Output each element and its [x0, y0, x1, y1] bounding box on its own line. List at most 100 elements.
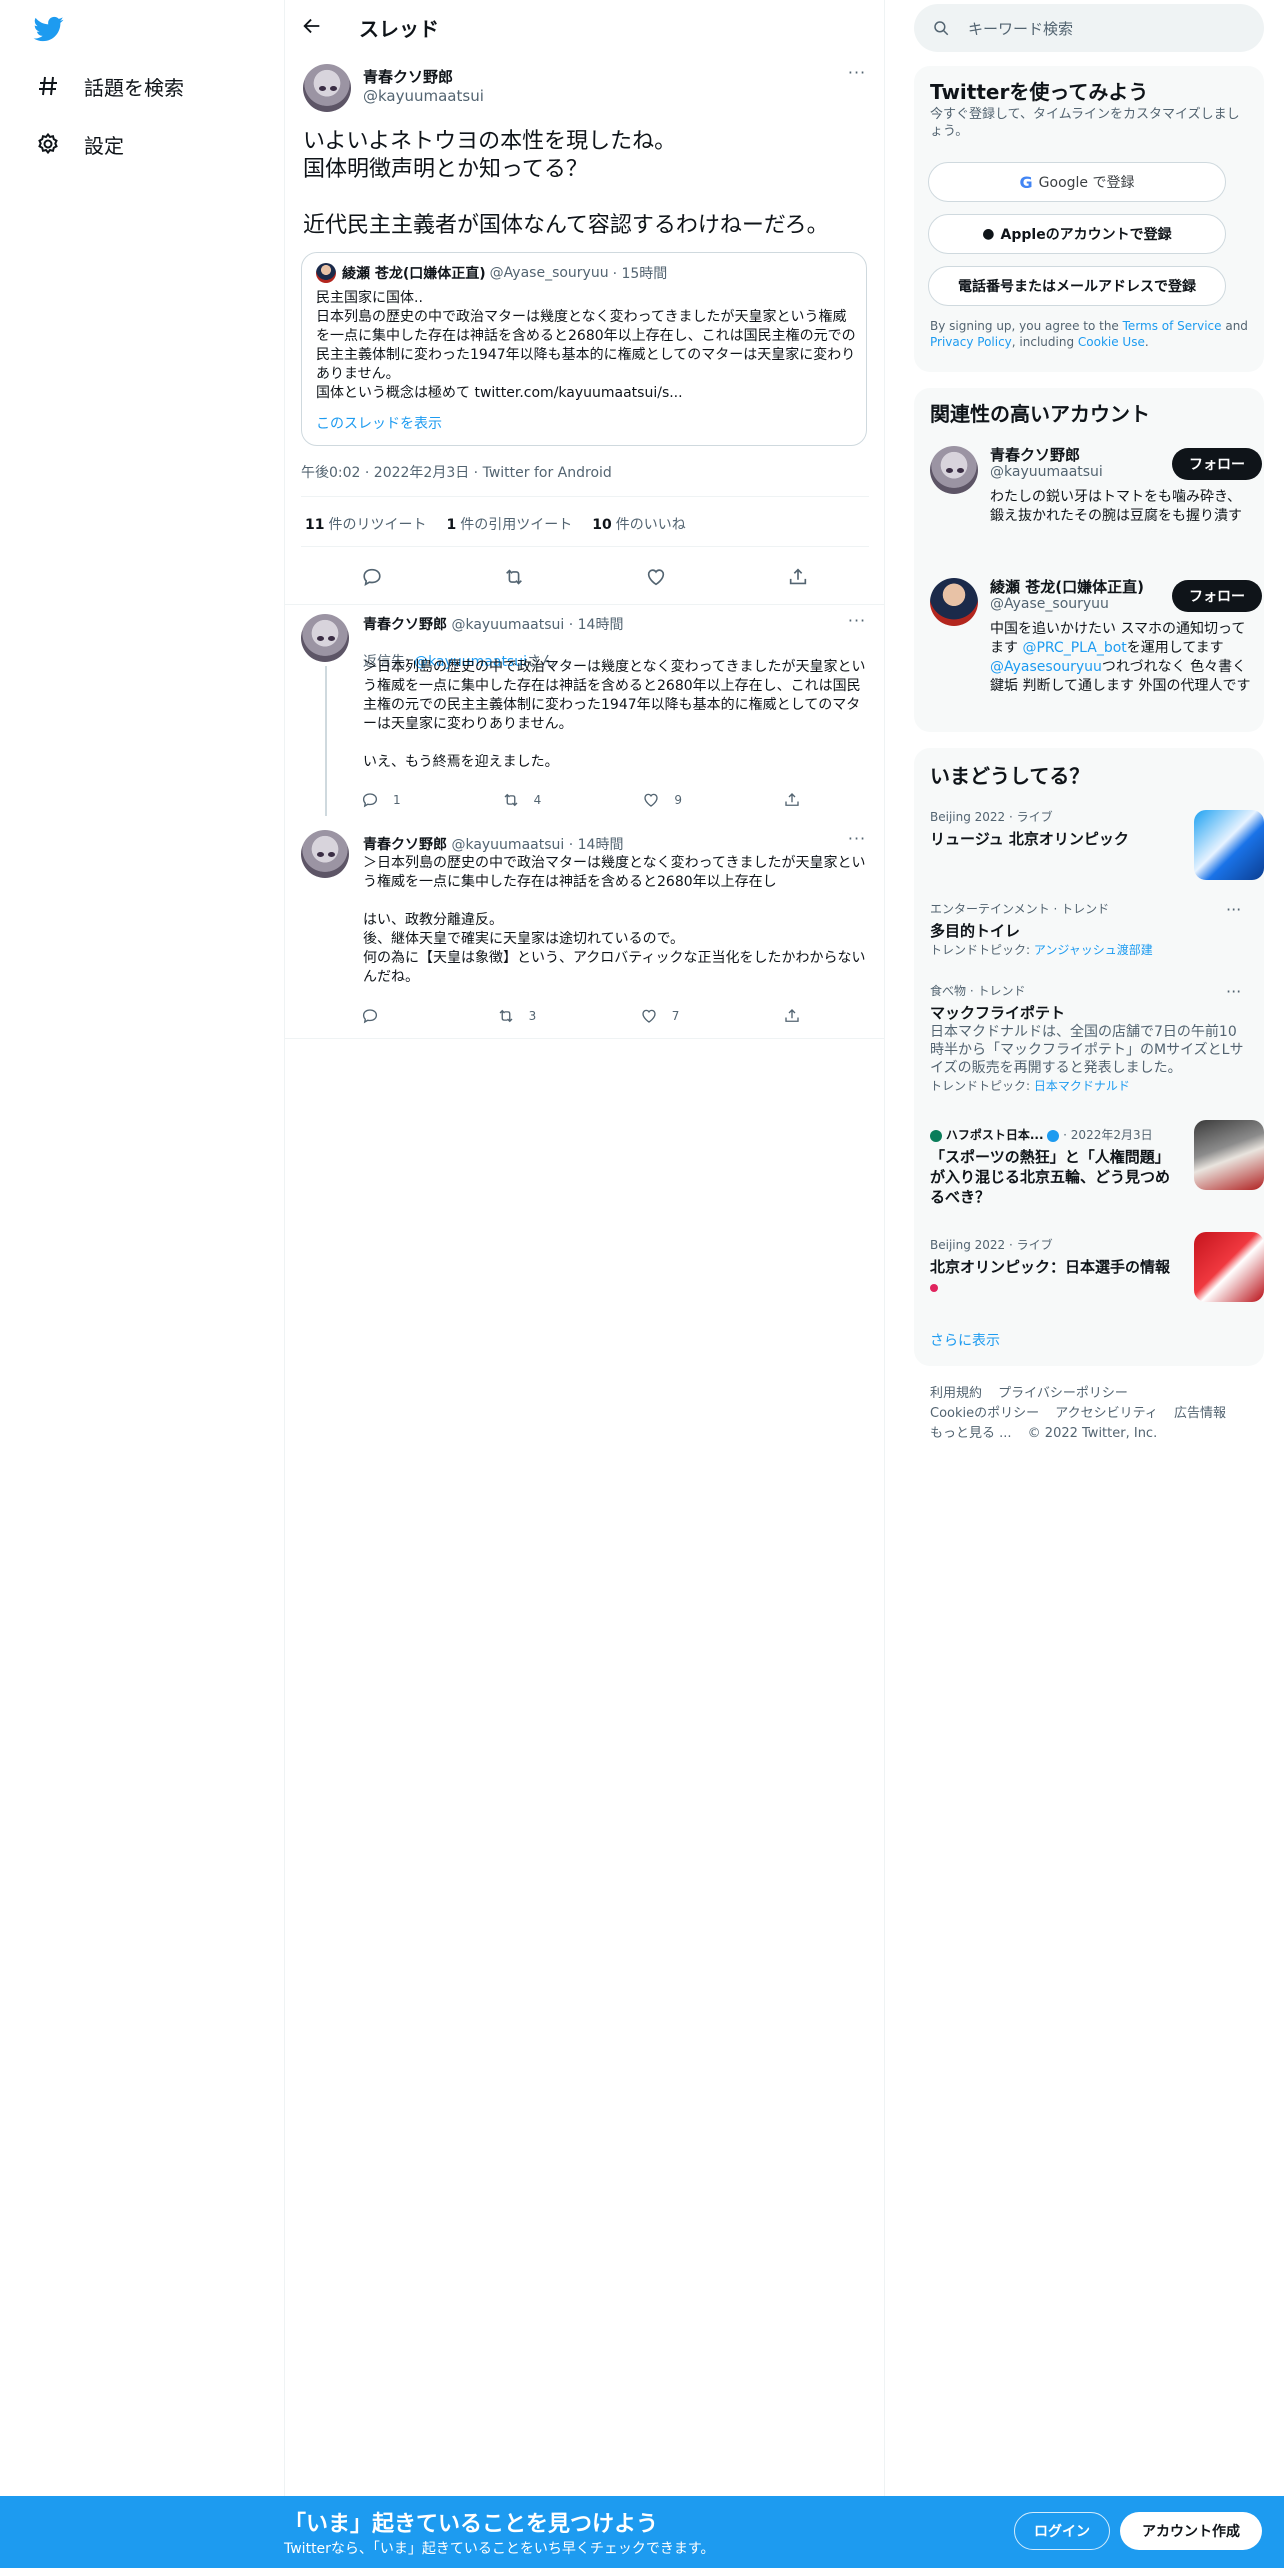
reply-button[interactable] [361, 1006, 393, 1026]
reply-icon [362, 1009, 378, 1024]
author-name[interactable]: 青春クソ野郎 [363, 837, 447, 853]
tweet-text: いよいよネトウヨの本性を現したね。 国体明徴声明とか知ってる？ 近代民主主義者が… [303, 129, 829, 238]
footer-links: 利用規約 プライバシーポリシー Cookieのポリシー アクセシビリティ 広告情… [930, 1384, 1250, 1444]
apple-signup-button[interactable]: ● Appleのアカウントで登録 [928, 214, 1226, 254]
avatar[interactable] [930, 578, 978, 626]
trend-title: 多目的トイレ [930, 922, 1021, 940]
avatar[interactable] [930, 446, 978, 494]
back-arrow-icon[interactable] [301, 15, 325, 39]
share-button[interactable] [783, 1006, 801, 1026]
page-title: スレッド [359, 17, 439, 41]
divider [301, 496, 869, 497]
google-icon: G [1019, 172, 1033, 192]
more-options-icon[interactable]: ··· [1226, 900, 1241, 919]
create-account-button[interactable]: アカウント作成 [1120, 2512, 1262, 2550]
account-handle: @kayuumaatsui [990, 464, 1103, 480]
trend-thumbnail [1194, 810, 1264, 880]
trend-topic-link[interactable]: アンジャッシュ渡部建 [1034, 943, 1153, 957]
google-signup-button[interactable]: G Google で登録 [928, 162, 1226, 202]
retweet-icon[interactable] [502, 565, 526, 589]
cookie-link[interactable]: Cookie Use [1078, 335, 1145, 349]
more-options-icon[interactable]: ··· [847, 613, 867, 636]
retweet-stat[interactable]: 11 件のリツイート [305, 514, 426, 534]
tweet-timestamp[interactable]: 午後0:02 · 2022年2月3日 · Twitter for Android [301, 462, 612, 482]
thread-connector [325, 666, 327, 816]
account-name: 綾瀬 苍龙(口嫌体正直) [990, 578, 1144, 596]
trend-category: 食べ物 · トレンド [930, 984, 1026, 998]
trends-card: いまどうしてる？ Beijing 2022 · ライブ リュージュ 北京オリンピ… [914, 748, 1264, 1366]
apple-icon: ● [982, 226, 995, 242]
footer-link[interactable]: 利用規約 [930, 1386, 982, 1401]
signup-terms: By signing up, you agree to the Terms of… [930, 319, 1248, 349]
bio-mention-link[interactable]: @Ayasesouryuu [990, 659, 1102, 675]
search-input[interactable]: キーワード検索 [914, 4, 1264, 52]
reply-text: ＞日本列島の歴史の中で政治マターは幾度となく変わってきましたが天皇家という権威を… [363, 855, 866, 985]
share-icon [785, 793, 799, 806]
reply-icon[interactable] [360, 565, 384, 589]
trend-thumbnail [1194, 1120, 1264, 1190]
search-placeholder: キーワード検索 [968, 19, 1074, 38]
reply-time[interactable]: · 14時間 [569, 837, 624, 853]
show-thread-link[interactable]: このスレッドを表示 [316, 413, 442, 433]
like-button[interactable]: 9 [642, 790, 682, 810]
verified-badge-icon [1047, 1129, 1060, 1142]
like-stat[interactable]: 10 件のいいね [592, 514, 685, 534]
reply-button[interactable]: 1 [361, 790, 401, 810]
footer-more-link[interactable]: もっと見る ... [930, 1426, 1012, 1441]
share-icon[interactable] [786, 565, 810, 589]
author-handle: @kayuumaatsui [451, 837, 565, 853]
trend-item[interactable]: Beijing 2022 · ライブ リュージュ 北京オリンピック [930, 808, 1264, 880]
signup-banner: 「いま」起きていることを見つけよう Twitterなら、「いま」起きていることを… [0, 2496, 1284, 2568]
trend-item[interactable]: 食べ物 · トレンド マックフライポテト 日本マクドナルドは、全国の店舗で7日の… [930, 982, 1248, 1093]
avatar[interactable] [301, 614, 349, 662]
reply-header: 青春クソ野郎 @kayuumaatsui · 14時間 [363, 614, 623, 634]
retweet-button[interactable]: 4 [502, 790, 541, 810]
japan-flag-icon [930, 1283, 938, 1292]
relevant-title: 関連性の高いアカウント [930, 402, 1150, 426]
tweet-author[interactable]: 青春クソ野郎 @kayuumaatsui [363, 66, 484, 105]
privacy-link[interactable]: Privacy Policy [930, 335, 1012, 349]
avatar[interactable] [303, 64, 351, 112]
avatar [316, 263, 336, 283]
like-button[interactable]: 7 [640, 1006, 679, 1026]
footer-link[interactable]: アクセシビリティ [1055, 1406, 1158, 1421]
nav-settings[interactable]: 設定 [34, 124, 124, 164]
footer-link[interactable]: Cookieのポリシー [930, 1406, 1039, 1421]
account-item[interactable]: 青春クソ野郎 @kayuumaatsui わたしの鋭い牙はトマトをも噛み砕き、鍛… [930, 444, 1262, 554]
quoted-tweet[interactable]: 綾瀬 苍龙(口嫌体正直) @Ayase_souryuu · 15時間 民主国家に… [301, 252, 867, 446]
footer-link[interactable]: 広告情報 [1174, 1406, 1226, 1421]
follow-button[interactable]: フォロー [1172, 580, 1262, 612]
login-button[interactable]: ログイン [1014, 2512, 1110, 2550]
share-button[interactable] [783, 790, 801, 810]
account-bio: 中国を追いかけたい スマホの通知切ってます @PRC_PLA_botを運用してま… [990, 621, 1251, 694]
follow-button[interactable]: フォロー [1172, 448, 1262, 480]
trend-item[interactable]: Beijing 2022 · ライブ 北京オリンピック：日本選手の情報 [930, 1232, 1264, 1310]
trend-topic-link[interactable]: 日本マクドナルド [1034, 1079, 1130, 1093]
retweet-icon [499, 1009, 513, 1023]
avatar[interactable] [301, 830, 349, 878]
terms-link[interactable]: Terms of Service [1123, 319, 1222, 333]
twitter-logo-icon[interactable] [32, 14, 66, 44]
retweet-button[interactable]: 3 [497, 1006, 536, 1026]
trend-item[interactable]: エンターテインメント · トレンド 多目的トイレ トレンドトピック: アンジャッ… [930, 900, 1248, 970]
more-options-icon[interactable]: ··· [1226, 982, 1241, 1001]
show-more-link[interactable]: さらに表示 [930, 1330, 1000, 1350]
footer-link[interactable]: プライバシーポリシー [998, 1386, 1128, 1401]
author-handle: @kayuumaatsui [451, 617, 565, 633]
phone-email-signup-button[interactable]: 電話番号またはメールアドレスで登録 [928, 266, 1226, 306]
trend-item[interactable]: ハフポスト日本... · 2022年2月3日 「スポーツの熱狂」と「人権問題」が… [930, 1120, 1264, 1216]
bio-mention-link[interactable]: @PRC_PLA_bot [1022, 640, 1126, 656]
reply-time[interactable]: · 14時間 [569, 617, 624, 633]
like-icon[interactable] [644, 565, 668, 589]
account-name: 青春クソ野郎 [990, 446, 1081, 464]
more-options-icon[interactable]: ··· [847, 831, 867, 854]
reply-tweet[interactable]: 青春クソ野郎 @kayuumaatsui · 14時間 ··· ＞日本列島の歴史… [285, 822, 885, 1038]
divider [285, 1038, 885, 1039]
more-options-icon[interactable]: ··· [847, 65, 867, 88]
reply-icon [362, 793, 378, 808]
reply-tweet[interactable]: 青春クソ野郎 @kayuumaatsui · 14時間 ··· 返信先: @ka… [285, 604, 885, 822]
account-item[interactable]: 綾瀬 苍龙(口嫌体正直) @Ayase_souryuu 中国を追いかけたい スマ… [930, 576, 1262, 716]
author-name[interactable]: 青春クソ野郎 [363, 617, 447, 633]
nav-explore[interactable]: 話題を検索 [34, 66, 184, 106]
quote-stat[interactable]: 1 件の引用ツイート [446, 514, 572, 534]
